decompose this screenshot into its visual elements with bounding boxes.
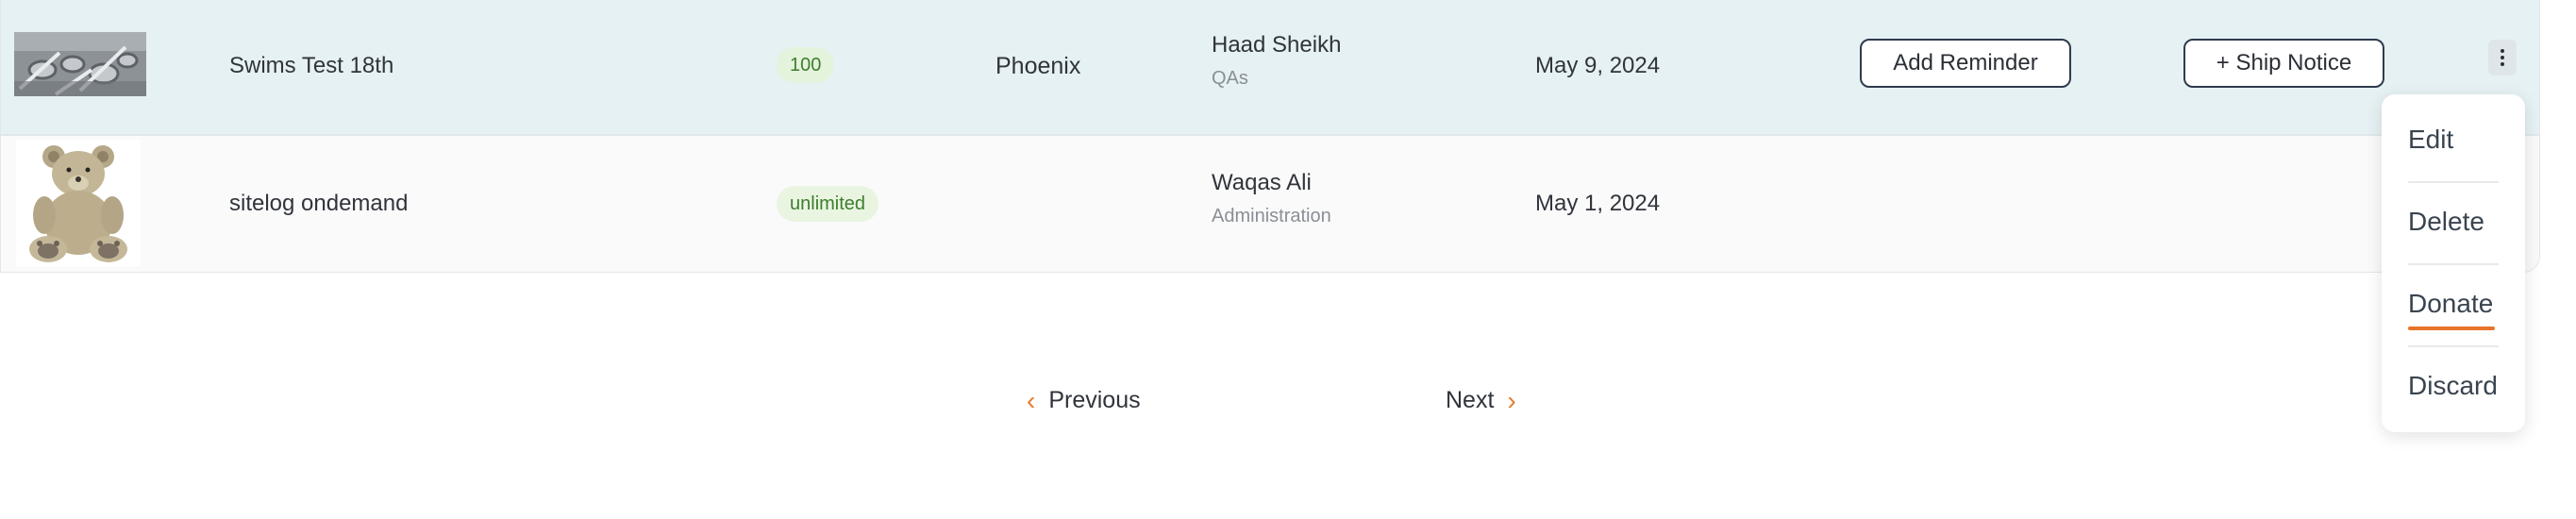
more-options-icon[interactable] [2488,40,2517,75]
chevron-left-icon: ‹ [1027,385,1036,415]
assignee-name: Haad Sheikh [1212,32,1342,58]
assignee-department: QAs [1212,68,1248,89]
assignee-name: Waqas Ali [1212,170,1312,195]
location-text: Phoenix [995,53,1081,79]
item-thumbnail[interactable] [16,140,141,266]
item-title[interactable]: Swims Test 18th [229,53,393,79]
menu-divider [2408,263,2499,265]
date-text: May 9, 2024 [1535,53,1661,78]
active-item-underline [2408,326,2495,330]
previous-page-button[interactable]: ‹ Previous [1027,387,1141,414]
menu-divider [2408,181,2499,183]
item-title[interactable]: sitelog ondemand [229,191,408,217]
item-thumbnail[interactable] [14,32,146,96]
assignee: Waqas Ali Administration [1212,170,1331,227]
next-label: Next [1446,387,1495,413]
menu-item-donate[interactable]: Donate [2408,289,2493,319]
next-page-button[interactable]: Next › [1446,387,1516,414]
row-actions-menu: Edit Delete Donate Discard [2382,94,2525,432]
table-row[interactable]: sitelog ondemand unlimited Waqas Ali Adm… [1,136,2539,272]
chevron-right-icon: › [1507,385,1516,415]
assignee-department: Administration [1212,206,1331,226]
inventory-table: Swims Test 18th 100 Phoenix Haad Sheikh … [0,0,2540,273]
menu-divider [2408,345,2499,347]
menu-item-discard[interactable]: Discard [2408,371,2498,401]
quantity-badge: 100 [777,47,835,83]
quantity-badge: unlimited [777,186,879,222]
assignee: Haad Sheikh QAs [1212,32,1341,90]
ship-notice-button[interactable]: + Ship Notice [2183,39,2384,88]
table-row[interactable]: Swims Test 18th 100 Phoenix Haad Sheikh … [1,0,2539,136]
menu-item-edit[interactable]: Edit [2408,125,2453,155]
menu-item-delete[interactable]: Delete [2408,207,2484,237]
add-reminder-button[interactable]: Add Reminder [1860,39,2071,88]
previous-label: Previous [1048,387,1141,413]
date-text: May 1, 2024 [1535,191,1661,216]
